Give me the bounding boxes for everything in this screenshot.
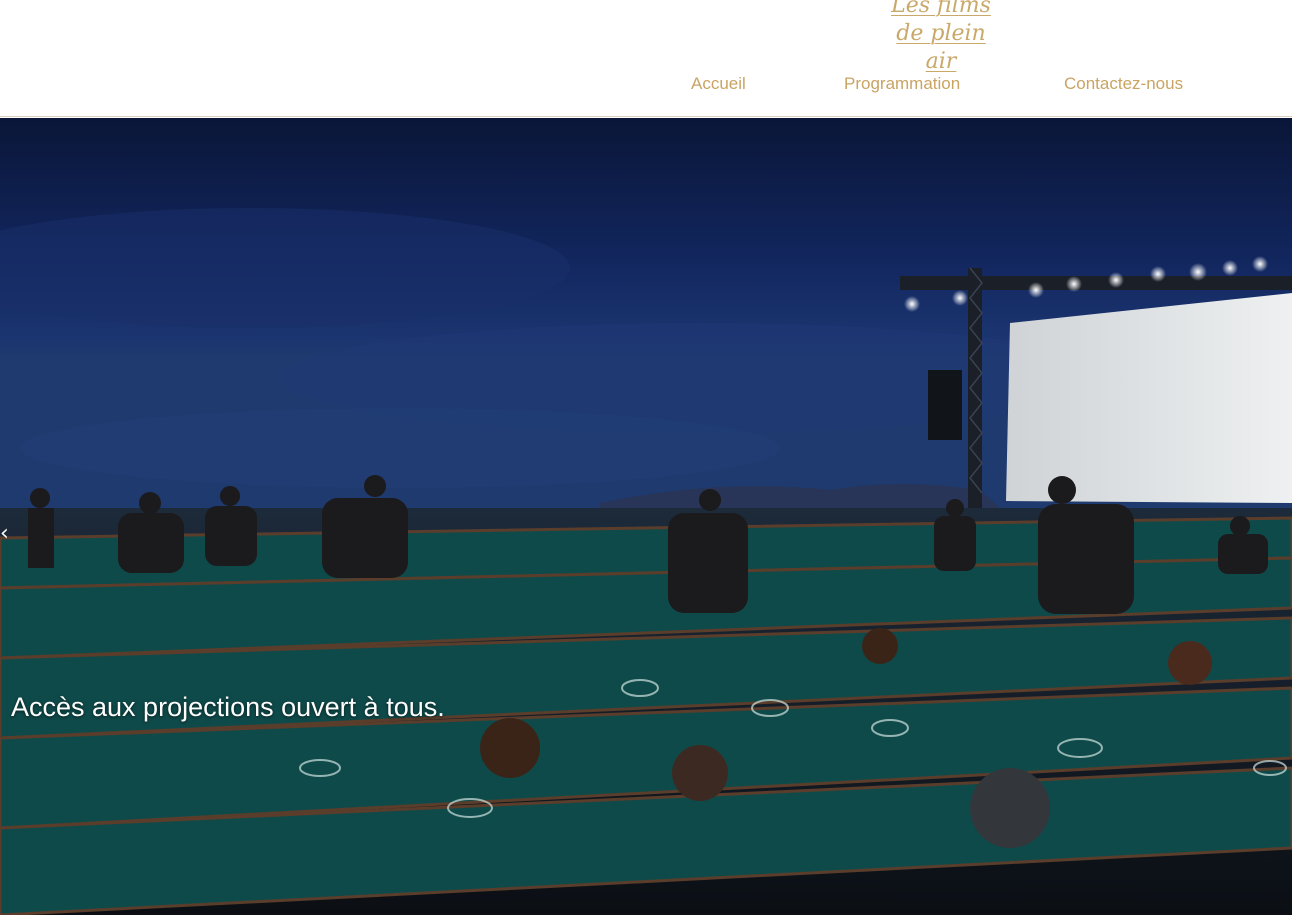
outdoor-cinema-photo [0,118,1292,915]
site-logo[interactable]: Les films de plein air [880,0,1002,76]
nav-item-accueil[interactable]: Accueil [691,74,746,94]
nav-item-programmation[interactable]: Programmation [844,74,960,94]
carousel-prev-arrow-icon[interactable]: ‹ [0,523,9,545]
main-nav: Accueil Programmation Contactez-nous [0,74,1292,98]
logo-line-2: de plein air [896,21,986,74]
site-header: Les films de plein air Accueil Programma… [0,0,1292,117]
hero-caption: Accès aux projections ouvert à tous. [11,692,445,722]
logo-line-1: Les films [891,0,991,18]
hero-carousel: ‹ Accès aux projections ouvert à tous. [0,118,1292,915]
nav-item-contact[interactable]: Contactez-nous [1064,74,1183,94]
